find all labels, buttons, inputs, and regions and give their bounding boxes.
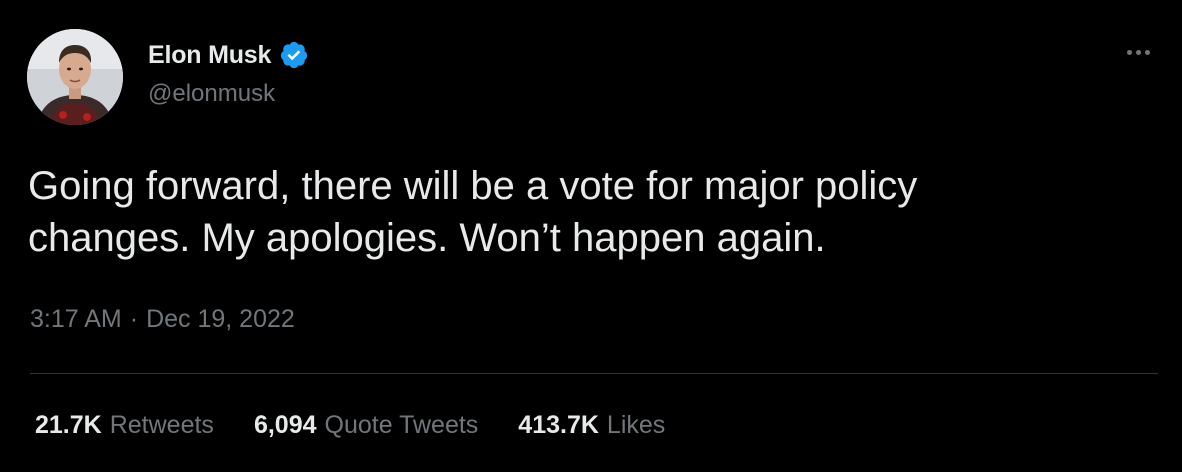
retweets-count: 21.7K <box>35 411 102 439</box>
profile-photo-icon <box>27 29 123 125</box>
likes-stat[interactable]: 413.7K Likes <box>518 411 665 440</box>
retweets-label: Retweets <box>109 411 214 439</box>
likes-count: 413.7K <box>518 411 599 439</box>
meta-separator: · <box>129 305 139 333</box>
more-dot <box>1144 49 1150 55</box>
more-dot <box>1135 49 1141 55</box>
avatar[interactable] <box>27 29 123 125</box>
quote-tweets-label: Quote Tweets <box>324 411 479 439</box>
verified-badge-icon <box>279 40 309 70</box>
likes-label: Likes <box>606 411 666 439</box>
quote-tweets-stat[interactable]: 6,094 Quote Tweets <box>254 411 478 440</box>
author-handle[interactable]: @elonmusk <box>148 80 275 108</box>
author-name-row: Elon Musk <box>148 38 309 72</box>
quote-tweets-count: 6,094 <box>253 411 317 439</box>
display-name[interactable]: Elon Musk <box>148 41 271 70</box>
tweet-time: 3:17 AM <box>30 305 122 333</box>
divider <box>30 373 1158 374</box>
tweet-card: Elon Musk @elonmusk Going forward, there… <box>0 0 1182 472</box>
tweet-date: Dec 19, 2022 <box>146 305 295 333</box>
retweets-stat[interactable]: 21.7K Retweets <box>35 411 214 440</box>
engagement-stats: 21.7K Retweets 6,094 Quote Tweets 413.7K… <box>35 411 665 440</box>
more-dots-icon[interactable] <box>1120 40 1156 64</box>
tweet-text: Going forward, there will be a vote for … <box>28 164 918 260</box>
more-dot <box>1126 49 1132 55</box>
tweet-timestamp[interactable]: 3:17 AM · Dec 19, 2022 <box>30 305 295 334</box>
